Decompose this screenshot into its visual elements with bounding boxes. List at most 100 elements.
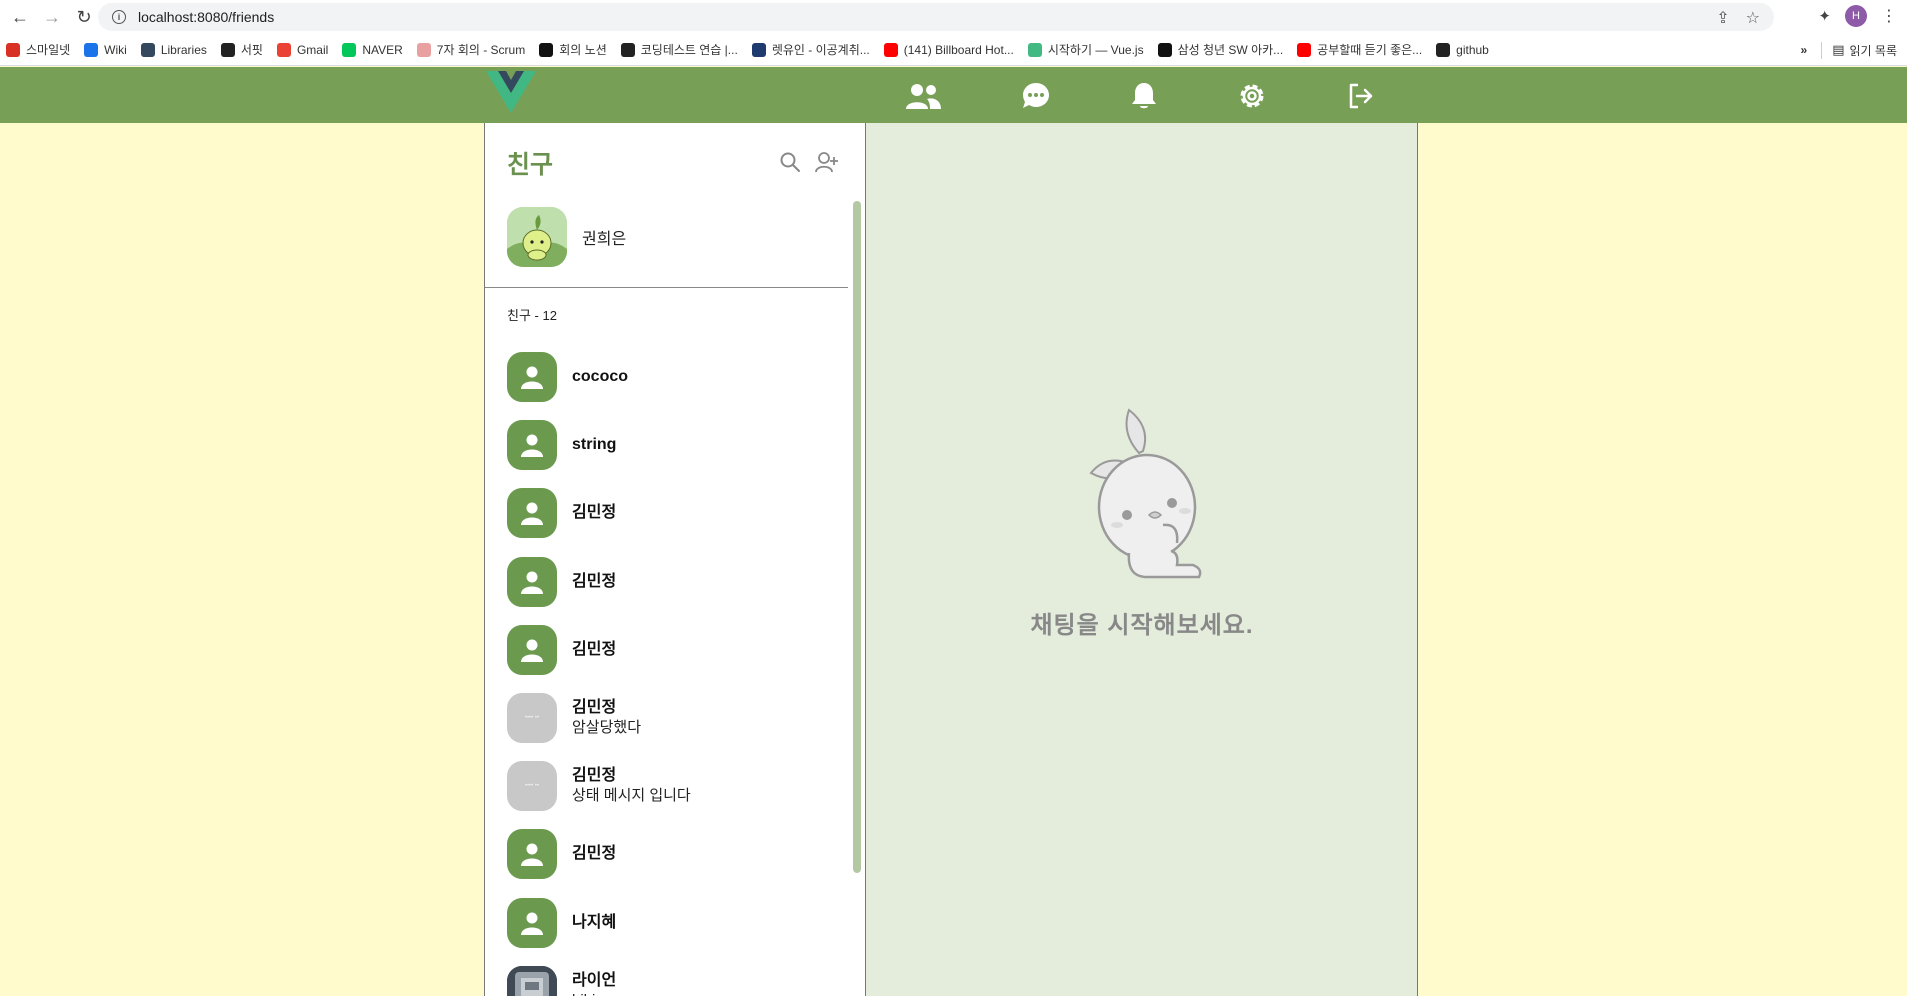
bookmark-icon (416, 42, 431, 57)
back-icon[interactable]: ← (8, 5, 32, 29)
my-avatar[interactable] (507, 207, 567, 267)
friend-name: 김민정 (572, 572, 617, 590)
friend-item[interactable]: •••• •• 김민정상태 메시지 입니다 (507, 760, 837, 812)
bookmark-item[interactable]: 시작하기 — Vue.js (1027, 41, 1144, 58)
reading-list-icon: ▤ (1832, 42, 1845, 57)
logout-icon[interactable] (1341, 81, 1381, 111)
empty-chat-message: 채팅을 시작해보세요. (1030, 612, 1254, 639)
page-title: 친구 (507, 151, 554, 179)
friend-status: 암살당했다 (572, 719, 642, 736)
mascot-illustration (1089, 408, 1202, 579)
friend-name: 김민정 (572, 699, 617, 716)
chat-icon[interactable] (1016, 81, 1056, 111)
search-icon[interactable] (779, 151, 801, 173)
bookmark-label: 코딩테스트 연습 |... (640, 43, 738, 57)
bookmark-label: 시작하기 — Vue.js (1047, 43, 1144, 57)
friend-status: 상태 메시지 입니다 (572, 787, 691, 805)
star-icon[interactable]: ☆ (1746, 8, 1760, 28)
bookmark-item[interactable]: 스마일넷 (6, 41, 70, 58)
bookmark-label: Gmail (296, 42, 329, 57)
friend-item[interactable]: 라이언 hihi (507, 965, 837, 996)
bookmark-item[interactable]: (141) Billboard Hot... (883, 42, 1014, 57)
friend-item[interactable]: string (507, 419, 837, 471)
menu-icon[interactable]: ⋮ (1881, 6, 1897, 26)
bookmark-item[interactable]: Gmail (276, 42, 329, 57)
forward-icon[interactable]: → (40, 5, 64, 29)
add-friend-icon[interactable] (815, 151, 839, 173)
friend-avatar[interactable] (507, 420, 557, 471)
bell-icon[interactable] (1124, 81, 1164, 111)
friends-icon[interactable] (903, 81, 943, 111)
bookmark-icon (220, 42, 235, 57)
friend-item[interactable]: •••• •• 김민정암살당했다 (507, 692, 837, 744)
scrollbar-thumb[interactable] (853, 201, 861, 873)
friend-avatar[interactable] (507, 897, 557, 948)
gear-icon[interactable] (1232, 81, 1272, 111)
friend-avatar[interactable] (507, 556, 557, 607)
bookmark-label: Wiki (104, 42, 127, 57)
friend-avatar[interactable] (507, 488, 557, 539)
friend-count: 친구 - 12 (507, 308, 557, 323)
bookmark-icon (539, 42, 554, 57)
friend-text: 김민정암살당했다 (572, 698, 641, 738)
bookmark-item[interactable]: 삼성 청년 SW 아카... (1157, 41, 1283, 58)
chat-panel: 채팅을 시작해보세요. (866, 123, 1418, 996)
bookmark-item[interactable]: github (1436, 42, 1489, 57)
bookmark-item[interactable]: 공부할때 듣기 좋은... (1297, 41, 1422, 58)
friend-name: 김민정 (572, 767, 617, 785)
browser-toolbar: ← → ↻ i localhost:8080/friends ⇪ ☆ ✦ H ⋮ (0, 0, 1907, 34)
scrollbar[interactable] (853, 201, 861, 991)
bookmark-item[interactable]: 회의 노션 (539, 41, 607, 58)
site-info-icon[interactable]: i (112, 10, 126, 24)
bookmark-item[interactable]: 렛유인 - 이공계취... (751, 41, 870, 58)
empty-state: 채팅을 시작해보세요. (866, 405, 1418, 640)
share-icon[interactable]: ⇪ (1716, 8, 1729, 28)
bookmark-item[interactable]: Libraries (140, 42, 207, 57)
extensions-icon[interactable]: ✦ (1818, 7, 1831, 25)
bookmarks-overflow: » ▤ 읽기 목록 (1792, 34, 1897, 65)
reload-icon[interactable]: ↻ (72, 5, 96, 29)
friend-text: 김민정 (572, 844, 616, 864)
friend-item[interactable]: 김민정 (507, 828, 837, 880)
friend-name: 라이언 (572, 971, 617, 989)
my-profile-row[interactable]: 권희은 (507, 207, 626, 267)
friend-avatar[interactable] (507, 624, 557, 675)
friend-avatar[interactable] (507, 352, 557, 402)
bookmark-item[interactable]: NAVER (342, 42, 403, 57)
bookmark-item[interactable]: 코딩테스트 연습 |... (620, 41, 738, 58)
bookmark-icon (620, 42, 635, 57)
bookmark-label: (141) Billboard Hot... (903, 42, 1014, 57)
chevron-double-icon[interactable]: » (1801, 43, 1808, 57)
friend-name: 김민정 (572, 504, 617, 522)
bookmark-icon (342, 42, 357, 57)
profile-avatar[interactable]: H (1845, 5, 1867, 27)
vue-logo[interactable] (486, 69, 536, 113)
friend-item[interactable]: 나지혜 (507, 897, 837, 949)
friend-avatar[interactable] (507, 829, 557, 880)
friend-item[interactable]: 김민정 (507, 556, 837, 608)
bookmark-item[interactable]: 7자 회의 - Scrum (416, 41, 525, 58)
friend-status: hihi (572, 991, 616, 996)
bookmark-item[interactable]: Wiki (84, 42, 127, 57)
friend-item[interactable]: 김민정 (507, 487, 837, 539)
app-header (0, 67, 1907, 123)
friend-item[interactable]: cococo (507, 351, 837, 403)
friend-text: 김민정상태 메시지 입니다 (572, 766, 691, 806)
friend-text: string (572, 435, 616, 455)
friend-avatar[interactable]: •••• •• (507, 693, 557, 743)
bookmark-label: 스마일넷 (26, 43, 71, 57)
friend-name: 나지혜 (572, 913, 617, 931)
bookmark-label: 회의 노션 (559, 43, 607, 57)
friend-text: 나지혜 (572, 913, 616, 933)
friend-avatar[interactable] (507, 965, 557, 996)
bookmark-item[interactable]: 서핏 (220, 41, 263, 58)
address-bar[interactable]: i localhost:8080/friends ⇪ ☆ (98, 3, 1774, 31)
friend-item[interactable]: 김민정 (507, 624, 837, 676)
friend-name: string (572, 436, 617, 454)
friend-text: 김민정 (572, 572, 616, 592)
bookmark-label: github (1456, 42, 1489, 57)
reading-list-button[interactable]: ▤ 읽기 목록 (1821, 41, 1897, 59)
friend-avatar[interactable]: •••• •• (507, 761, 557, 812)
friend-name: 김민정 (572, 845, 617, 863)
bookmark-label: NAVER (362, 42, 403, 57)
